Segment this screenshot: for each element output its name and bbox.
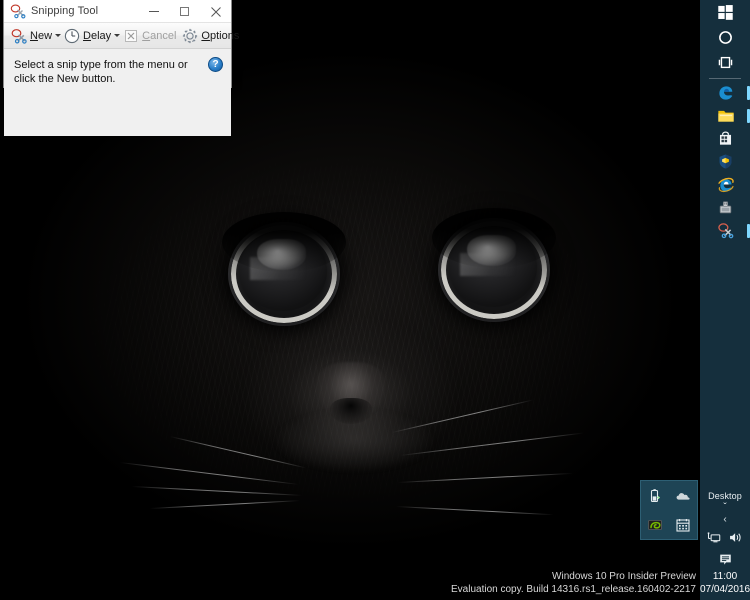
taskbar-item-snipping-tool[interactable] bbox=[700, 219, 750, 242]
options-button[interactable]: Options bbox=[179, 25, 242, 47]
taskbar[interactable]: Desktop ˇ ‹ 11:00 07/04/2016 bbox=[700, 0, 750, 600]
calendar-icon-cell[interactable] bbox=[669, 510, 697, 539]
clock-icon bbox=[64, 28, 80, 44]
taskbar-item-file-explorer[interactable] bbox=[700, 104, 750, 127]
delay-button-label: Delay bbox=[83, 29, 112, 42]
clock-date: 07/04/2016 bbox=[700, 584, 750, 595]
new-button[interactable]: New bbox=[8, 25, 55, 47]
edge-icon bbox=[717, 84, 734, 101]
tray-overflow-chevron[interactable]: ˇ bbox=[700, 502, 750, 514]
cancel-x-icon bbox=[123, 28, 139, 44]
cortana-circle-icon bbox=[717, 29, 734, 46]
speaker-icon[interactable] bbox=[728, 530, 743, 545]
cloud-icon bbox=[675, 488, 691, 504]
cancel-button-label: Cancel bbox=[142, 29, 177, 42]
battery-charging-icon-cell[interactable] bbox=[641, 481, 669, 510]
options-button-label: Options bbox=[201, 29, 240, 42]
taskbar-item-microsoft-edge[interactable] bbox=[700, 81, 750, 104]
task-view-button[interactable] bbox=[700, 50, 750, 75]
maximize-button[interactable] bbox=[169, 0, 200, 23]
close-button[interactable] bbox=[200, 0, 231, 23]
help-button[interactable]: ? bbox=[208, 57, 223, 72]
show-hidden-icons-button[interactable]: ‹ bbox=[700, 514, 750, 526]
minimize-button[interactable] bbox=[138, 0, 169, 23]
cancel-button: Cancel bbox=[120, 25, 179, 47]
internet-explorer-icon bbox=[717, 176, 734, 193]
taskbar-item-internet-explorer[interactable] bbox=[700, 173, 750, 196]
task-view-icon bbox=[717, 54, 734, 71]
new-button-label: New bbox=[30, 29, 53, 42]
calendar-grid-icon bbox=[675, 517, 691, 533]
folder-icon bbox=[717, 107, 734, 124]
snipping-tool-titlebar[interactable]: Snipping Tool bbox=[4, 0, 231, 23]
hidden-tray-icons-flyout[interactable] bbox=[640, 480, 698, 540]
cortana-button[interactable] bbox=[700, 25, 750, 50]
hint-text: Select a snip type from the menu or clic… bbox=[14, 59, 188, 85]
nvidia-green-icon bbox=[647, 517, 663, 533]
windows-logo-icon bbox=[717, 4, 734, 21]
tray-icons-row[interactable] bbox=[700, 526, 750, 548]
snipping-tool-window[interactable]: Snipping Tool New Delay Cancel Options S… bbox=[3, 0, 239, 136]
action-center-icon bbox=[718, 552, 733, 567]
clock-time: 11:00 bbox=[712, 571, 738, 582]
start-button[interactable] bbox=[700, 0, 750, 25]
snipping-tool-body: Select a snip type from the menu or clic… bbox=[4, 49, 231, 136]
snipping-tool-scissors-icon bbox=[10, 3, 26, 19]
taskbar-item-windows-defender[interactable] bbox=[700, 150, 750, 173]
taskbar-divider bbox=[709, 78, 741, 79]
taskbar-item-store[interactable] bbox=[700, 127, 750, 150]
network-monitor-icon[interactable] bbox=[707, 530, 722, 545]
watermark-line-1: Windows 10 Pro Insider Preview bbox=[552, 571, 696, 582]
snipping-tool-toolbar[interactable]: New Delay Cancel Options bbox=[4, 23, 239, 49]
window-title: Snipping Tool bbox=[31, 5, 99, 17]
onedrive-cloud-icon-cell[interactable] bbox=[669, 481, 697, 510]
battery-charging-icon bbox=[647, 488, 663, 504]
watermark-line-2: Evaluation copy. Build 14316.rs1_release… bbox=[451, 584, 696, 595]
usb-drive-icon bbox=[717, 199, 734, 216]
snipping-tool-scissors-icon bbox=[717, 222, 734, 239]
gear-icon bbox=[182, 28, 198, 44]
show-desktop-label[interactable]: Desktop bbox=[708, 491, 742, 501]
delay-button[interactable]: Delay bbox=[61, 25, 114, 47]
system-tray[interactable]: Desktop ˇ ‹ 11:00 07/04/2016 bbox=[700, 491, 750, 600]
action-center-button[interactable] bbox=[700, 548, 750, 570]
taskbar-item-removable-drive[interactable] bbox=[700, 196, 750, 219]
window-caption-buttons bbox=[138, 0, 231, 23]
scissors-icon bbox=[11, 28, 27, 44]
shield-icon bbox=[717, 153, 734, 170]
store-icon bbox=[717, 130, 734, 147]
clock[interactable]: 11:00 07/04/2016 bbox=[700, 570, 750, 600]
windows-evaluation-watermark: Windows 10 Pro Insider Preview Evaluatio… bbox=[451, 570, 696, 596]
nvidia-icon-cell[interactable] bbox=[641, 510, 669, 539]
